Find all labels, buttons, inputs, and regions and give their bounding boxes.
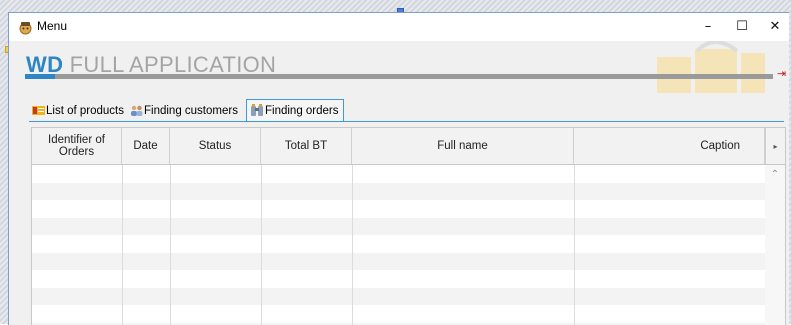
logout-icon[interactable]: ⇥: [777, 67, 786, 80]
header-progress-bar: [25, 74, 773, 79]
table-row[interactable]: [32, 200, 765, 218]
column-divider: [261, 165, 262, 325]
table-row[interactable]: [32, 253, 765, 271]
maximize-button[interactable]: ☐: [725, 13, 759, 41]
vertical-scrollbar[interactable]: ⌃: [765, 165, 785, 325]
column-header-status[interactable]: Status: [170, 128, 261, 164]
header-progress-fill: [25, 74, 55, 79]
tab-finding-customers[interactable]: Finding customers: [130, 101, 238, 121]
title-bar[interactable]: Menu – ☐ ✕: [9, 13, 789, 41]
column-header-identifier[interactable]: Identifier of Orders: [32, 128, 122, 164]
table-header: Identifier of Orders Date Status Total B…: [32, 128, 786, 165]
tab-label: Finding orders: [265, 105, 339, 117]
decorative-building-icon: [645, 41, 775, 97]
product-list-icon: [32, 105, 45, 116]
table-row[interactable]: [32, 165, 765, 183]
column-divider: [574, 165, 575, 325]
table-body: [32, 165, 765, 325]
tab-label: Finding customers: [144, 105, 238, 117]
app-window: Menu – ☐ ✕ WD FULL APPLICATION ⇥ List of: [8, 12, 789, 325]
window-title: Menu: [37, 19, 67, 33]
app-banner: WD FULL APPLICATION ⇥: [9, 41, 789, 97]
column-header-total-bt[interactable]: Total BT: [261, 128, 352, 164]
table-row[interactable]: [32, 235, 765, 253]
column-header-caption[interactable]: Caption: [574, 128, 765, 164]
table-row[interactable]: [32, 270, 765, 288]
tab-label: List of products: [46, 105, 124, 117]
column-header-date[interactable]: Date: [122, 128, 170, 164]
table-row[interactable]: [32, 218, 765, 236]
close-button[interactable]: ✕: [758, 13, 789, 41]
tab-list-of-products[interactable]: List of products: [32, 101, 124, 121]
minimize-button[interactable]: –: [691, 13, 725, 41]
table-row[interactable]: [32, 288, 765, 306]
tab-finding-orders[interactable]: Finding orders: [246, 99, 344, 121]
column-divider: [170, 165, 171, 325]
column-header-full-name[interactable]: Full name: [352, 128, 574, 164]
orders-table[interactable]: Identifier of Orders Date Status Total B…: [31, 127, 786, 325]
table-row[interactable]: [32, 183, 765, 201]
column-divider: [122, 165, 123, 325]
customers-icon: [130, 105, 143, 116]
binoculars-icon: [250, 104, 264, 117]
column-divider: [352, 165, 353, 325]
table-row[interactable]: [32, 305, 765, 323]
scroll-right-icon[interactable]: ▸: [765, 128, 785, 164]
app-icon: [18, 20, 33, 35]
scroll-up-icon[interactable]: ⌃: [765, 167, 785, 183]
